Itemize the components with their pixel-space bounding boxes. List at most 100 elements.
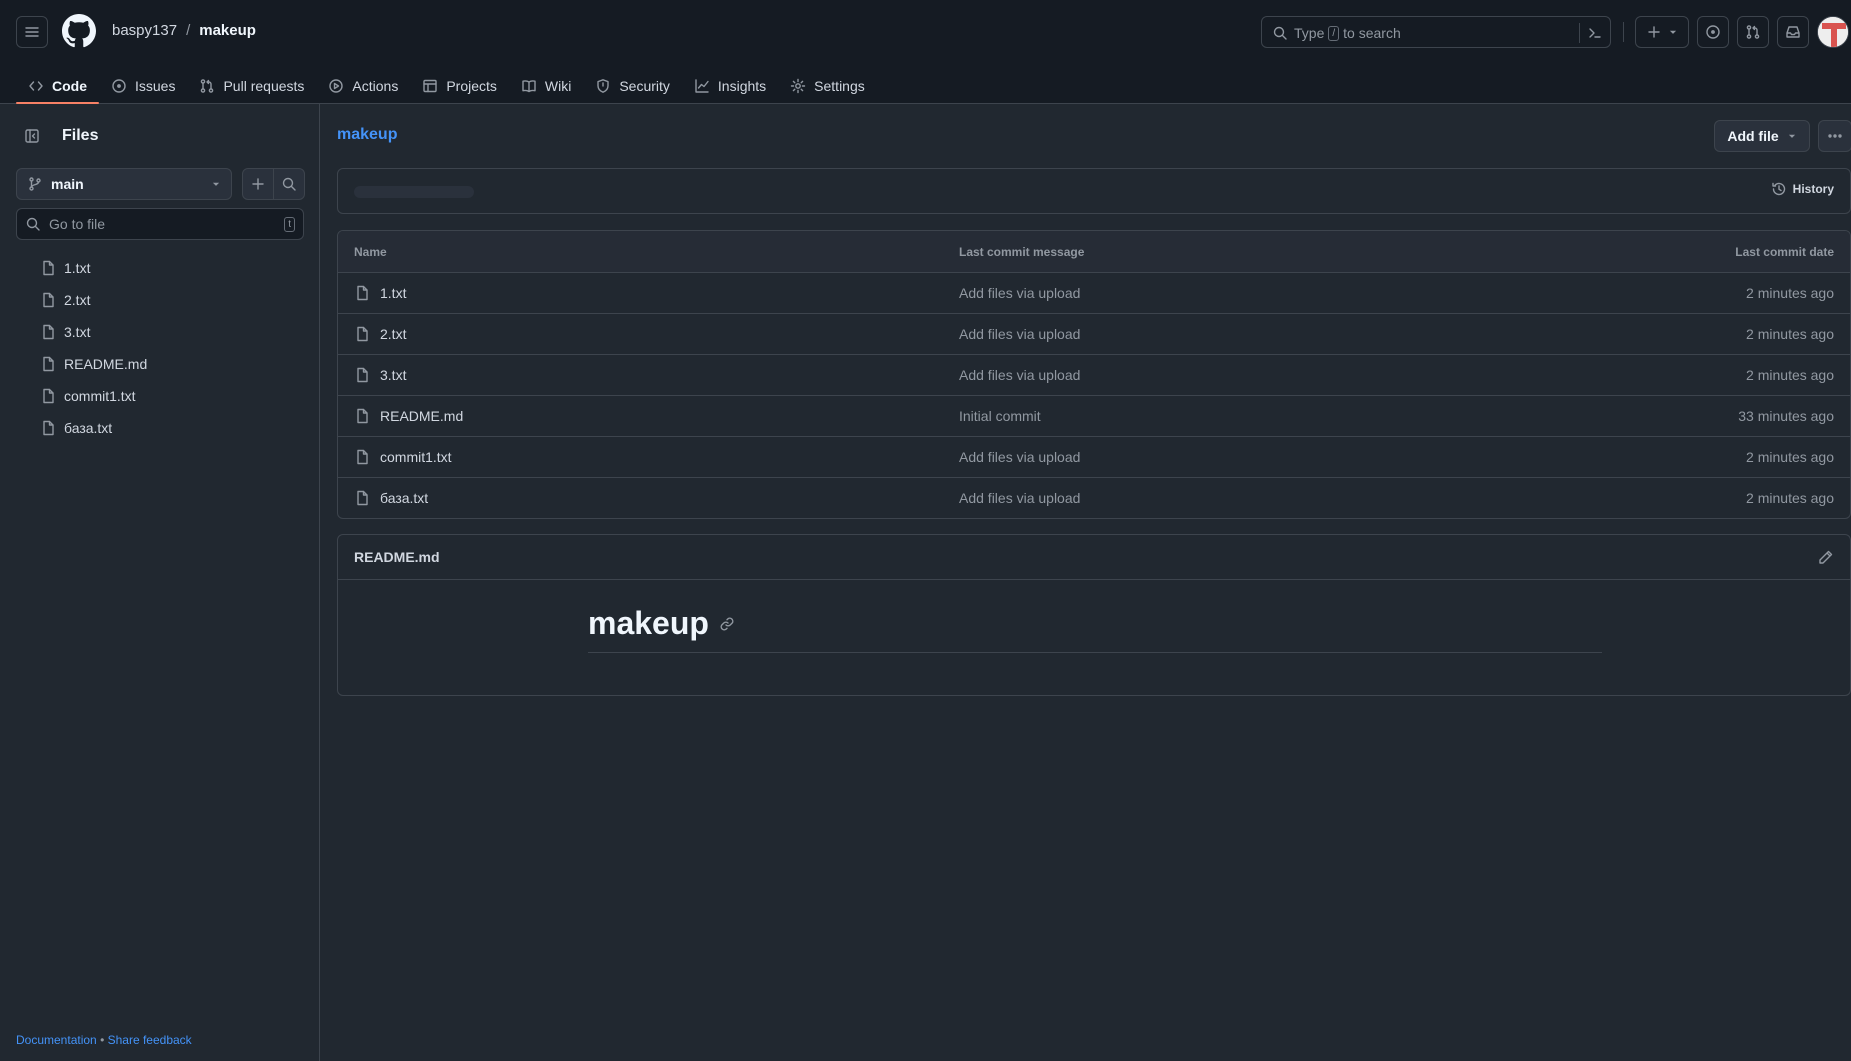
- file-icon: [357, 326, 368, 342]
- tab-pull-requests-label: Pull requests: [223, 78, 305, 94]
- hamburger-icon: [25, 27, 39, 37]
- file-name-cell: 2.txt: [354, 326, 406, 342]
- history-button[interactable]: History: [1771, 181, 1834, 197]
- tab-projects[interactable]: Projects: [410, 68, 509, 104]
- repo-root-link[interactable]: makeup: [337, 126, 397, 144]
- tab-pull-requests[interactable]: Pull requests: [187, 68, 316, 104]
- footer-separator: •: [100, 1033, 105, 1047]
- file-name-link[interactable]: README.md: [380, 408, 463, 424]
- table-row[interactable]: 2.txt Add files via upload 2 minutes ago: [338, 313, 1850, 354]
- issues-button[interactable]: [1697, 16, 1729, 48]
- repo-link[interactable]: makeup: [199, 22, 256, 39]
- go-to-file-input[interactable]: Go to file t: [16, 208, 304, 240]
- commit-message-link[interactable]: Add files via upload: [959, 326, 1080, 342]
- tree-item[interactable]: README.md: [16, 348, 304, 380]
- pull-request-icon: [1746, 25, 1760, 39]
- history-icon: [1771, 182, 1785, 196]
- commit-message-link[interactable]: Add files via upload: [959, 449, 1080, 465]
- inbox-icon: [1786, 26, 1800, 38]
- file-icon: [43, 388, 54, 404]
- latest-commit-bar: History: [337, 168, 1851, 214]
- file-name-link[interactable]: 2.txt: [380, 326, 406, 342]
- file-name-link[interactable]: commit1.txt: [380, 449, 452, 465]
- tree-item-label: база.txt: [64, 420, 113, 436]
- chevron-down-icon: [1788, 134, 1795, 138]
- tree-item-label: commit1.txt: [64, 388, 136, 404]
- column-header-name: Name: [354, 244, 387, 259]
- add-file-button[interactable]: Add file: [1714, 120, 1810, 152]
- history-label: History: [1792, 182, 1834, 196]
- avatar[interactable]: [1817, 16, 1849, 48]
- tab-security[interactable]: Security: [583, 68, 682, 104]
- inbox-button[interactable]: [1777, 16, 1809, 48]
- search-input[interactable]: Type / to search: [1261, 16, 1611, 48]
- search-divider: [1579, 23, 1580, 43]
- chevron-down-icon: [212, 182, 220, 186]
- link-icon[interactable]: [719, 616, 735, 632]
- search-icon: [1273, 26, 1287, 40]
- table-row[interactable]: README.md Initial commit 33 minutes ago: [338, 395, 1850, 436]
- command-palette-icon[interactable]: [1587, 25, 1603, 41]
- share-feedback-link[interactable]: Share feedback: [108, 1033, 192, 1047]
- go-to-file-shortcut-key: t: [284, 216, 295, 232]
- search-files-button[interactable]: [273, 168, 305, 200]
- tab-insights[interactable]: Insights: [682, 68, 778, 104]
- add-file-button[interactable]: [242, 168, 274, 200]
- owner-link[interactable]: baspy137: [112, 22, 177, 39]
- collapse-sidebar-button[interactable]: [16, 120, 48, 152]
- issue-icon: [112, 79, 126, 93]
- file-name-link[interactable]: 1.txt: [380, 285, 406, 301]
- go-to-file-placeholder: Go to file: [49, 216, 106, 232]
- book-icon: [522, 80, 536, 93]
- table-row[interactable]: 1.txt Add files via upload 2 minutes ago: [338, 272, 1850, 313]
- search-placeholder-prefix: Type: [1294, 25, 1325, 41]
- file-table: Name Last commit message Last commit dat…: [337, 230, 1851, 519]
- column-header-message: Last commit message: [959, 244, 1085, 259]
- tab-insights-label: Insights: [717, 78, 767, 94]
- menu-button[interactable]: [16, 16, 48, 48]
- file-name-link[interactable]: 3.txt: [380, 367, 406, 383]
- tab-projects-label: Projects: [446, 78, 497, 94]
- commit-message-link[interactable]: Initial commit: [959, 408, 1041, 424]
- create-new-button[interactable]: [1635, 16, 1689, 48]
- branch-selector[interactable]: main: [16, 168, 232, 200]
- table-row[interactable]: 3.txt Add files via upload 2 minutes ago: [338, 354, 1850, 395]
- graph-icon: [695, 79, 709, 93]
- tab-code[interactable]: Code: [16, 68, 99, 104]
- gear-icon: [790, 78, 806, 94]
- tab-wiki[interactable]: Wiki: [509, 68, 583, 104]
- tree-item[interactable]: 1.txt: [16, 252, 304, 284]
- tab-actions[interactable]: Actions: [316, 68, 410, 104]
- avatar-identicon-icon: [1818, 17, 1848, 47]
- file-name-cell: 3.txt: [354, 367, 406, 383]
- play-icon: [329, 79, 344, 93]
- file-name-link[interactable]: база.txt: [380, 490, 428, 506]
- tab-issues[interactable]: Issues: [99, 68, 187, 104]
- sidebar-footer: Documentation • Share feedback: [16, 1033, 192, 1047]
- commit-message-link[interactable]: Add files via upload: [959, 367, 1080, 383]
- pencil-icon[interactable]: [1818, 549, 1834, 565]
- pull-requests-button[interactable]: [1737, 16, 1769, 48]
- readme-header: README.md: [338, 535, 1850, 580]
- documentation-link[interactable]: Documentation: [16, 1033, 97, 1047]
- tree-item[interactable]: 2.txt: [16, 284, 304, 316]
- table-header-row: Name Last commit message Last commit dat…: [338, 231, 1850, 272]
- more-options-button[interactable]: [1818, 120, 1851, 152]
- tab-actions-label: Actions: [352, 78, 399, 94]
- tab-wiki-label: Wiki: [544, 78, 572, 94]
- table-row[interactable]: commit1.txt Add files via upload 2 minut…: [338, 436, 1850, 477]
- kebab-horizontal-icon: [1828, 134, 1842, 138]
- tab-settings[interactable]: Settings: [778, 68, 877, 104]
- commit-message-link[interactable]: Add files via upload: [959, 490, 1080, 506]
- tree-item[interactable]: commit1.txt: [16, 380, 304, 412]
- file-tree-sidebar: Files main Go to file t 1.txt 2.txt 3.tx…: [0, 104, 320, 1061]
- tree-item[interactable]: 3.txt: [16, 316, 304, 348]
- table-icon: [423, 79, 438, 93]
- table-row[interactable]: база.txt Add files via upload 2 minutes …: [338, 477, 1850, 518]
- tree-item[interactable]: база.txt: [16, 412, 304, 444]
- commit-message-link[interactable]: Add files via upload: [959, 285, 1080, 301]
- file-name-cell: база.txt: [354, 490, 428, 506]
- github-logo-icon[interactable]: [62, 14, 96, 48]
- plus-icon: [252, 178, 264, 190]
- readme-title[interactable]: README.md: [354, 549, 1818, 565]
